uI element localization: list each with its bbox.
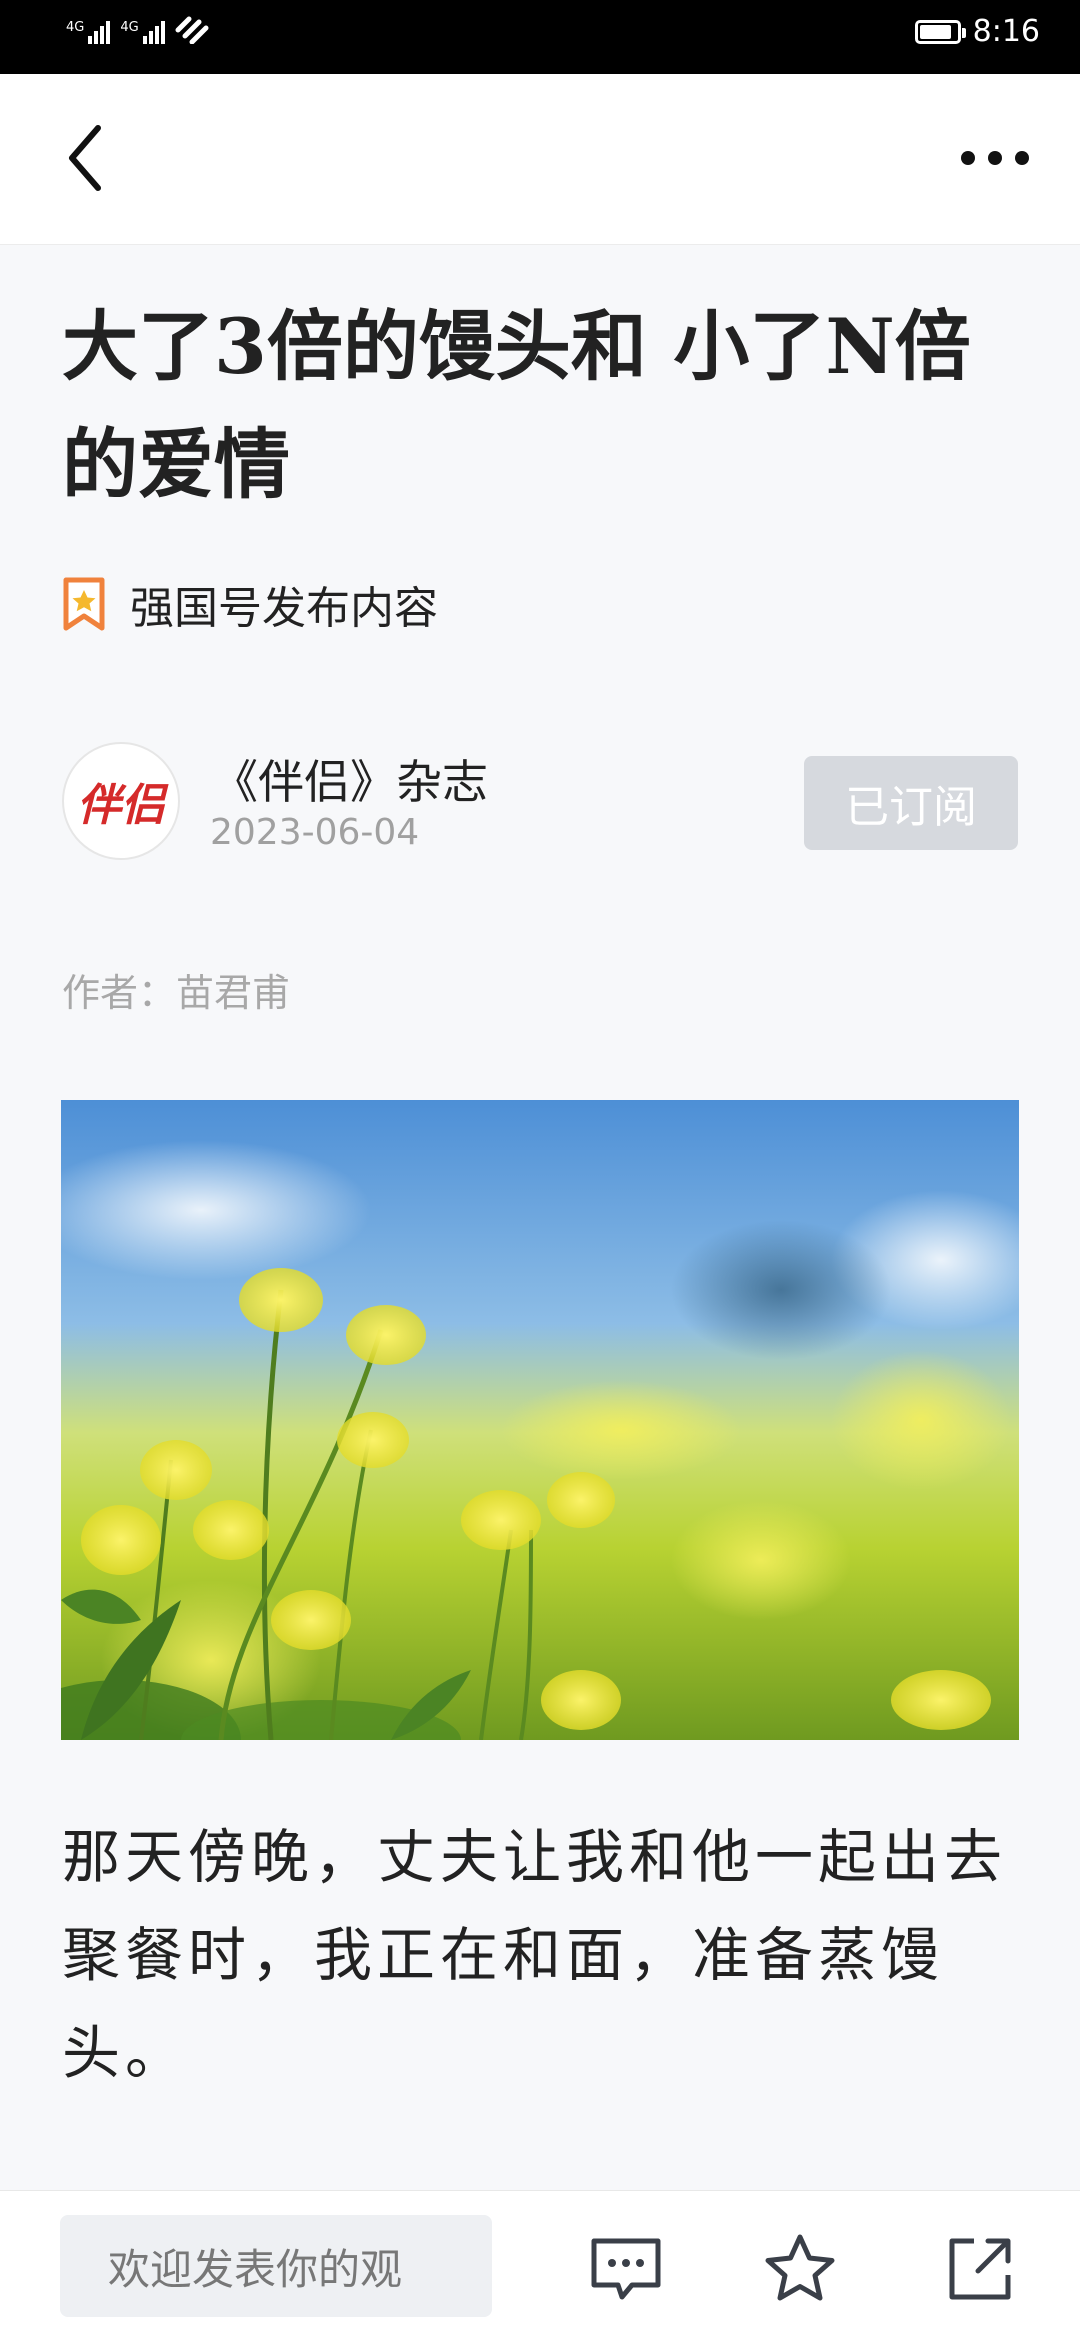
back-button[interactable] (50, 118, 130, 198)
article-paragraph: 那天傍晚，丈夫让我和他一起出去聚餐时，我正在和面，准备蒸馒头。 (62, 1823, 1008, 2087)
subscribe-button[interactable]: 已订阅 (804, 756, 1018, 850)
source-label: 强国号发布内容 (130, 583, 438, 634)
publish-date: 2023-06-04 (210, 812, 420, 853)
bookmark-star-icon (63, 577, 105, 631)
status-bar: 4G 4G 8:16 (0, 0, 1080, 74)
source-tag: 强国号发布内容 (62, 574, 438, 634)
more-horizontal-icon (961, 151, 1029, 165)
publisher-name[interactable]: 《伴侣》杂志 (212, 746, 488, 812)
network-type-label: 4G (120, 20, 139, 35)
publisher-logo: 伴侣 (77, 780, 165, 831)
wifi-icon (175, 16, 209, 44)
article-title: 大了3倍的馒头和 小了N倍的爱情 (62, 302, 971, 509)
article-hero-image (61, 1100, 1019, 1740)
signal-indicators: 4G 4G (66, 16, 209, 44)
comment-icon[interactable] (588, 2231, 664, 2307)
status-time: 8:16 (972, 14, 1040, 49)
cell-signal-2-icon: 4G (120, 20, 165, 44)
author-line: 作者：苗君甫 (62, 971, 291, 1015)
share-icon[interactable] (942, 2231, 1018, 2307)
cell-signal-1-icon: 4G (66, 20, 111, 44)
battery-icon (914, 19, 966, 44)
comment-input[interactable]: 欢迎发表你的观 (60, 2215, 492, 2317)
top-nav-bar (0, 74, 1080, 245)
star-icon[interactable] (762, 2231, 838, 2307)
publisher-avatar[interactable]: 伴侣 (62, 742, 180, 860)
more-options-button[interactable] (950, 128, 1040, 188)
chevron-left-icon (69, 125, 101, 191)
network-type-label: 4G (66, 20, 85, 35)
bottom-action-bar: 欢迎发表你的观 (0, 2190, 1080, 2341)
